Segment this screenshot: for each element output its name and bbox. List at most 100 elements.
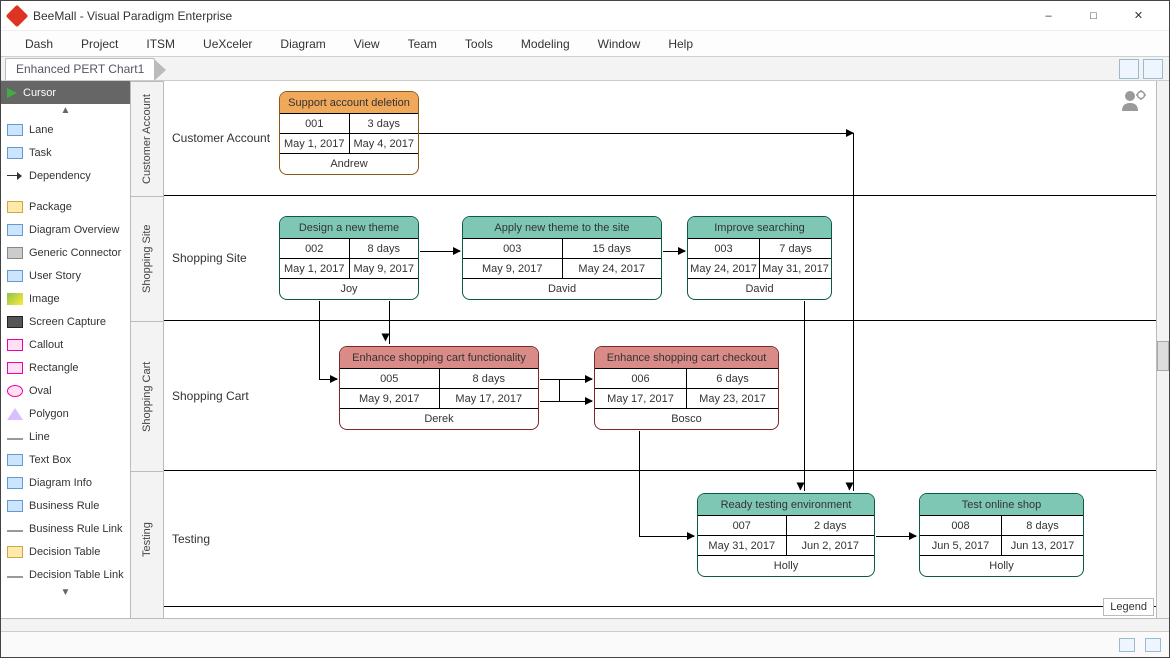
palette-package[interactable]: Package bbox=[1, 195, 130, 218]
lane-header-shopping-site[interactable]: Shopping Site bbox=[131, 196, 163, 321]
task-title: Apply new theme to the site bbox=[463, 217, 661, 239]
tab-pert-chart[interactable]: Enhanced PERT Chart1 bbox=[5, 58, 155, 80]
palette-polygon[interactable]: Polygon bbox=[1, 402, 130, 425]
callout-icon bbox=[7, 339, 23, 351]
vertical-scrollbar[interactable] bbox=[1156, 81, 1169, 618]
task-title: Design a new theme bbox=[280, 217, 418, 239]
task-title: Ready testing environment bbox=[698, 494, 874, 516]
rectangle-icon bbox=[7, 362, 23, 374]
task-end: May 24, 2017 bbox=[563, 259, 662, 278]
palette-text-box[interactable]: Text Box bbox=[1, 448, 130, 471]
task-owner: David bbox=[688, 279, 831, 299]
palette-cursor[interactable]: Cursor bbox=[1, 81, 130, 104]
palette-task[interactable]: Task bbox=[1, 141, 130, 164]
dependency-line[interactable] bbox=[319, 301, 320, 379]
dependency-arrow[interactable] bbox=[319, 379, 337, 380]
palette-line[interactable]: Line bbox=[1, 425, 130, 448]
palette-callout[interactable]: Callout bbox=[1, 333, 130, 356]
palette-oval[interactable]: Oval bbox=[1, 379, 130, 402]
task-owner: Derek bbox=[340, 409, 538, 429]
dependency-arrow[interactable] bbox=[420, 251, 460, 252]
title-bar: BeeMall - Visual Paradigm Enterprise – □… bbox=[1, 1, 1169, 31]
palette-decision-table[interactable]: Decision Table bbox=[1, 540, 130, 563]
lane-header-testing[interactable]: Testing bbox=[131, 471, 163, 607]
dependency-arrowhead bbox=[849, 489, 850, 490]
palette-image[interactable]: Image bbox=[1, 287, 130, 310]
task-title: Enhance shopping cart functionality bbox=[340, 347, 538, 369]
palette-rectangle[interactable]: Rectangle bbox=[1, 356, 130, 379]
user-story-icon bbox=[7, 270, 23, 282]
menu-uexceler[interactable]: UeXceler bbox=[189, 33, 266, 55]
palette-decision-table-link[interactable]: Decision Table Link bbox=[1, 563, 130, 586]
menu-modeling[interactable]: Modeling bbox=[507, 33, 584, 55]
palette-business-rule[interactable]: Business Rule bbox=[1, 494, 130, 517]
task-apply-theme[interactable]: Apply new theme to the site 00315 days M… bbox=[462, 216, 662, 300]
menu-window[interactable]: Window bbox=[584, 33, 655, 55]
dependency-line[interactable] bbox=[853, 133, 854, 491]
dependency-line[interactable] bbox=[804, 301, 805, 491]
lane-header-shopping-cart[interactable]: Shopping Cart bbox=[131, 321, 163, 471]
menu-project[interactable]: Project bbox=[67, 33, 132, 55]
palette-screen-capture[interactable]: Screen Capture bbox=[1, 310, 130, 333]
palette-dependency[interactable]: Dependency bbox=[1, 164, 130, 187]
task-start: May 1, 2017 bbox=[280, 259, 350, 278]
scroll-handle[interactable] bbox=[1157, 341, 1169, 371]
task-enhance-cart-checkout[interactable]: Enhance shopping cart checkout 0066 days… bbox=[594, 346, 779, 430]
task-support-account-deletion[interactable]: Support account deletion 0013 days May 1… bbox=[279, 91, 419, 175]
task-owner: Bosco bbox=[595, 409, 778, 429]
maximize-button[interactable]: □ bbox=[1071, 2, 1116, 30]
status-mail-icon[interactable] bbox=[1119, 638, 1135, 652]
task-test-online-shop[interactable]: Test online shop 0088 days Jun 5, 2017Ju… bbox=[919, 493, 1084, 577]
task-enhance-cart-functionality[interactable]: Enhance shopping cart functionality 0058… bbox=[339, 346, 539, 430]
dependency-arrow[interactable] bbox=[540, 401, 592, 402]
horizontal-scrollbar[interactable] bbox=[1, 618, 1169, 631]
task-end: May 23, 2017 bbox=[687, 389, 778, 408]
toolbar-icon-1[interactable] bbox=[1119, 59, 1139, 79]
lane-label: Customer Account bbox=[172, 131, 270, 145]
palette-up-arrow[interactable]: ▲ bbox=[1, 104, 130, 118]
editor-body: Cursor ▲ Lane Task Dependency Package Di… bbox=[1, 81, 1169, 618]
dependency-arrowhead bbox=[800, 489, 801, 490]
menu-itsm[interactable]: ITSM bbox=[132, 33, 189, 55]
palette-diagram-info[interactable]: Diagram Info bbox=[1, 471, 130, 494]
business-rule-icon bbox=[7, 500, 23, 512]
menu-tools[interactable]: Tools bbox=[451, 33, 507, 55]
palette-down-arrow[interactable]: ▼ bbox=[1, 586, 130, 600]
menu-dash[interactable]: Dash bbox=[11, 33, 67, 55]
dependency-arrow[interactable] bbox=[876, 536, 916, 537]
palette-diagram-overview[interactable]: Diagram Overview bbox=[1, 218, 130, 241]
palette-user-story[interactable]: User Story bbox=[1, 264, 130, 287]
task-duration: 8 days bbox=[1002, 516, 1083, 535]
menu-diagram[interactable]: Diagram bbox=[266, 33, 339, 55]
palette-generic-connector[interactable]: Generic Connector bbox=[1, 241, 130, 264]
task-duration: 7 days bbox=[760, 239, 831, 258]
palette-business-rule-link[interactable]: Business Rule Link bbox=[1, 517, 130, 540]
dependency-arrow[interactable] bbox=[663, 251, 685, 252]
legend-button[interactable]: Legend bbox=[1103, 598, 1154, 616]
task-duration: 3 days bbox=[350, 114, 419, 133]
menu-team[interactable]: Team bbox=[394, 33, 451, 55]
task-end: Jun 13, 2017 bbox=[1002, 536, 1083, 555]
menu-bar: Dash Project ITSM UeXceler Diagram View … bbox=[1, 31, 1169, 57]
dependency-line[interactable] bbox=[639, 431, 640, 536]
dependency-arrow[interactable] bbox=[639, 536, 694, 537]
task-id: 003 bbox=[688, 239, 760, 258]
toolbar-icon-2[interactable] bbox=[1143, 59, 1163, 79]
dependency-arrow[interactable] bbox=[540, 379, 592, 380]
menu-view[interactable]: View bbox=[340, 33, 394, 55]
palette-lane[interactable]: Lane bbox=[1, 118, 130, 141]
close-button[interactable]: ✕ bbox=[1116, 2, 1161, 30]
task-ready-testing-env[interactable]: Ready testing environment 0072 days May … bbox=[697, 493, 875, 577]
status-page-icon[interactable] bbox=[1145, 638, 1161, 652]
task-improve-searching[interactable]: Improve searching 0037 days May 24, 2017… bbox=[687, 216, 832, 300]
menu-help[interactable]: Help bbox=[654, 33, 707, 55]
task-duration: 2 days bbox=[787, 516, 875, 535]
app-icon bbox=[6, 4, 29, 27]
diagram-canvas[interactable]: Customer Account Shopping Site Shopping … bbox=[164, 81, 1169, 618]
minimize-button[interactable]: – bbox=[1026, 2, 1071, 30]
task-design-new-theme[interactable]: Design a new theme 0028 days May 1, 2017… bbox=[279, 216, 419, 300]
image-icon bbox=[7, 293, 23, 305]
lane-header-customer-account[interactable]: Customer Account bbox=[131, 81, 163, 196]
dependency-arrow[interactable] bbox=[419, 133, 853, 134]
task-start: May 31, 2017 bbox=[698, 536, 787, 555]
